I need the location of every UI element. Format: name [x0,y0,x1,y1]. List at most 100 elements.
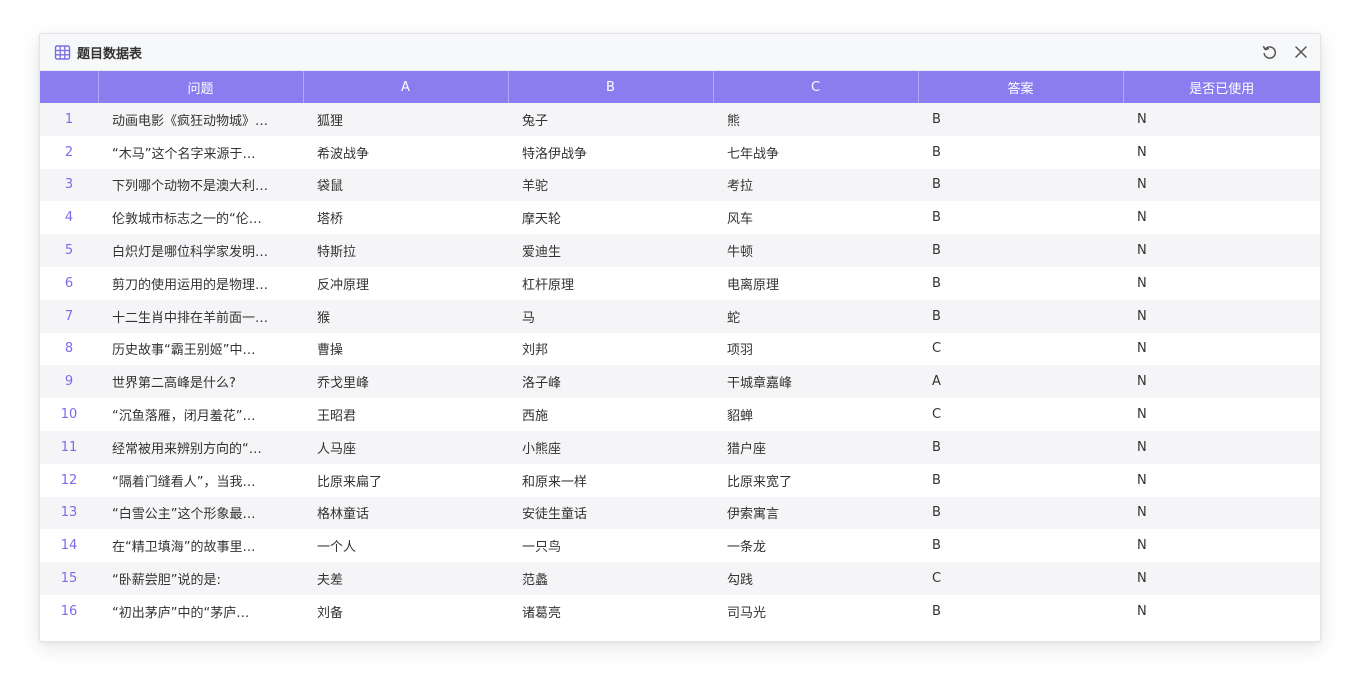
column-header-used[interactable]: 是否已使用 [1123,71,1320,103]
option-c-cell: 七年战争 [713,135,918,169]
option-b-cell: 马 [508,299,713,333]
option-b-cell: 安徒生童话 [508,496,713,530]
option-b-cell: 杠杆原理 [508,266,713,300]
answer-cell: B [918,299,1123,333]
table-row[interactable]: 14 在“精卫填海”的故事里… 一个人 一只鸟 一条龙 B N [40,529,1320,563]
option-b-cell: 洛子峰 [508,365,713,399]
option-b-cell: 特洛伊战争 [508,135,713,169]
answer-cell: B [918,529,1123,563]
used-cell: N [1123,332,1320,366]
column-header-option-a[interactable]: A [303,71,509,103]
used-cell: N [1123,365,1320,399]
row-index: 14 [40,529,98,563]
used-cell: N [1123,463,1320,497]
option-c-cell: 勾践 [713,562,918,595]
option-c-cell: 伊索寓言 [713,496,918,530]
option-b-cell: 小熊座 [508,430,713,464]
option-c-cell: 项羽 [713,332,918,366]
row-index: 7 [40,299,98,333]
used-cell: N [1123,168,1320,202]
option-b-cell: 爱迪生 [508,234,713,267]
table-row[interactable]: 6 剪刀的使用运用的是物理… 反冲原理 杠杆原理 电离原理 B N [40,266,1320,300]
table-row[interactable]: 9 世界第二高峰是什么? 乔戈里峰 洛子峰 干城章嘉峰 A N [40,365,1320,399]
option-c-cell: 电离原理 [713,266,918,300]
table-row[interactable]: 1 动画电影《疯狂动物城》… 狐狸 兔子熊 B N [40,103,1320,136]
column-header-index[interactable] [40,71,99,103]
question-cell: “沉鱼落雁，闭月羞花”… [98,398,303,431]
option-a-cell: 希波战争 [303,135,508,169]
question-cell: “初出茅庐”中的“茅庐… [98,594,303,628]
used-cell: N [1123,496,1320,530]
refresh-icon[interactable] [1260,43,1278,61]
row-index: 5 [40,234,98,267]
question-cell: “白雪公主”这个形象最… [98,496,303,530]
row-index: 2 [40,135,98,169]
table-row[interactable]: 16 “初出茅庐”中的“茅庐… 刘备 诸葛亮 司马光 B N [40,594,1320,628]
row-index: 13 [40,496,98,530]
column-header-option-b[interactable]: B [508,71,714,103]
option-b-cell: 摩天轮 [508,201,713,235]
option-b-cell: 西施 [508,398,713,431]
used-cell: N [1123,562,1320,595]
used-cell: N [1123,103,1320,136]
table-row[interactable]: 4 伦敦城市标志之一的“伦… 塔桥 摩天轮 风车 B N [40,201,1320,235]
table-row[interactable]: 3 下列哪个动物不是澳大利… 袋鼠 羊驼 考拉 B N [40,168,1320,202]
table-row[interactable]: 12 “隔着门缝看人”，当我… 比原来扁了 和原来一样 比原来宽了 B N [40,463,1320,497]
answer-cell: C [918,398,1123,431]
question-cell: 历史故事“霸王别姬”中… [98,332,303,366]
window-actions [1260,34,1310,70]
option-b-cell: 范蠡 [508,562,713,595]
row-index: 4 [40,201,98,235]
table-row[interactable]: 7 十二生肖中排在羊前面一… 猴马蛇 B N [40,299,1320,333]
option-a-cell: 一个人 [303,529,508,563]
option-c-cell: 司马光 [713,594,918,628]
option-a-cell: 夫差 [303,562,508,595]
option-c-cell: 蛇 [713,299,918,333]
answer-cell: C [918,562,1123,595]
column-header-option-c[interactable]: C [713,71,919,103]
row-index: 11 [40,430,98,464]
row-index: 3 [40,168,98,202]
question-cell: “隔着门缝看人”，当我… [98,463,303,497]
answer-cell: B [918,496,1123,530]
option-b-cell: 兔子 [508,103,713,136]
table-row[interactable]: 2 “木马”这个名字来源于… 希波战争 特洛伊战争 七年战争 B N [40,135,1320,169]
used-cell: N [1123,299,1320,333]
option-a-cell: 格林童话 [303,496,508,530]
answer-cell: B [918,103,1123,136]
option-a-cell: 乔戈里峰 [303,365,508,399]
table-row[interactable]: 5 白炽灯是哪位科学家发明… 特斯拉 爱迪生 牛顿 B N [40,234,1320,267]
option-c-cell: 比原来宽了 [713,463,918,497]
table-row[interactable]: 13 “白雪公主”这个形象最… 格林童话 安徒生童话 伊索寓言 B N [40,496,1320,530]
answer-cell: B [918,463,1123,497]
option-a-cell: 猴 [303,299,508,333]
question-cell: 剪刀的使用运用的是物理… [98,266,303,300]
table-row[interactable]: 11 经常被用来辨别方向的“… 人马座 小熊座 猎户座 B N [40,430,1320,464]
row-index: 8 [40,332,98,366]
option-c-cell: 干城章嘉峰 [713,365,918,399]
question-cell: 在“精卫填海”的故事里… [98,529,303,563]
used-cell: N [1123,266,1320,300]
answer-cell: B [918,594,1123,628]
used-cell: N [1123,529,1320,563]
question-cell: 下列哪个动物不是澳大利… [98,168,303,202]
question-cell: 世界第二高峰是什么? [98,365,303,399]
question-cell: 白炽灯是哪位科学家发明… [98,234,303,267]
table-row[interactable]: 8 历史故事“霸王别姬”中… 曹操 刘邦 项羽 C N [40,332,1320,366]
questions-table: 问题 A B C 答案 是否已使用 1 动画电影《疯狂动物城》… 狐狸 兔子熊 B N 2 “… [40,71,1320,628]
used-cell: N [1123,135,1320,169]
row-index: 1 [40,103,98,136]
option-b-cell: 一只鸟 [508,529,713,563]
option-a-cell: 刘备 [303,594,508,628]
question-cell: 十二生肖中排在羊前面一… [98,299,303,333]
option-c-cell: 考拉 [713,168,918,202]
table-row[interactable]: 10 “沉鱼落雁，闭月羞花”… 王昭君 西施 貂蝉 C N [40,398,1320,431]
option-a-cell: 特斯拉 [303,234,508,267]
column-header-answer[interactable]: 答案 [918,71,1124,103]
table-row[interactable]: 15 “卧薪尝胆”说的是: 夫差 范蠡 勾践 C N [40,562,1320,595]
answer-cell: B [918,266,1123,300]
used-cell: N [1123,201,1320,235]
option-b-cell: 羊驼 [508,168,713,202]
close-icon[interactable] [1292,43,1310,61]
column-header-question[interactable]: 问题 [98,71,304,103]
